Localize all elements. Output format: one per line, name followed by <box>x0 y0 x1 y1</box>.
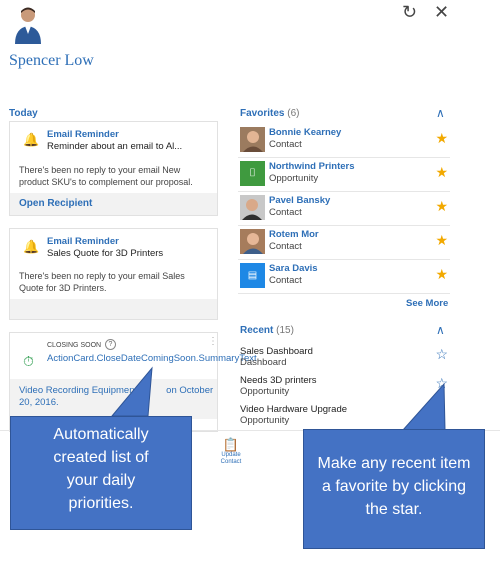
clipboard-icon: 📋 <box>222 437 240 452</box>
star-filled-icon[interactable]: ★ <box>435 232 448 249</box>
favorite-name: Bonnie Kearney <box>269 127 342 138</box>
recent-label: Recent (15) <box>240 325 294 336</box>
contact-photo-icon <box>240 229 265 254</box>
user-name: Spencer Low <box>9 52 94 69</box>
email-reminder-card-1[interactable]: 🔔 Email Reminder Reminder about an email… <box>9 121 218 216</box>
contact-card-icon: ▤ <box>240 263 265 288</box>
update-contact-button[interactable]: 📋 Update Contact <box>218 438 244 466</box>
timer-icon: ⏱ <box>23 353 34 369</box>
recent-type: Opportunity <box>240 386 290 397</box>
star-filled-icon[interactable]: ★ <box>435 164 448 181</box>
left-callout: Automatically created list of your daily… <box>10 416 192 530</box>
recent-item[interactable]: Needs 3D printers Opportunity ☆ <box>240 375 450 403</box>
favorite-item[interactable]: Rotem Mor Contact ★ <box>238 226 450 260</box>
star-filled-icon[interactable]: ★ <box>435 266 448 283</box>
left-callout-text: Automatically created list of your daily… <box>53 426 149 512</box>
right-callout: Make any recent item a favorite by click… <box>303 429 485 549</box>
email-reminder-card-2[interactable]: 🔔 Email Reminder Sales Quote for 3D Prin… <box>9 228 218 320</box>
collapse-favorites-icon[interactable]: ∧ <box>436 106 445 120</box>
card-body: There's been no reply to your email Sale… <box>19 271 185 293</box>
closing-soon-tag: CLOSING SOON <box>47 342 102 349</box>
favorite-type: Contact <box>269 139 302 150</box>
recent-name: Sales Dashboard <box>240 346 313 357</box>
contact-photo-icon <box>240 195 265 220</box>
see-more-link[interactable]: See More <box>406 298 448 309</box>
recent-type: Dashboard <box>240 357 287 368</box>
refresh-icon[interactable]: ↻ <box>402 2 417 23</box>
more-options-icon[interactable]: ⋮ <box>208 336 218 347</box>
contact-photo-icon <box>240 127 265 152</box>
star-filled-icon[interactable]: ★ <box>435 198 448 215</box>
favorite-type: Contact <box>269 241 302 252</box>
card-footer <box>10 299 217 319</box>
star-filled-icon[interactable]: ★ <box>435 130 448 147</box>
favorite-type: Contact <box>269 275 302 286</box>
bell-icon: 🔔 <box>23 132 40 147</box>
recent-count: (15) <box>276 325 294 336</box>
open-recipient-button[interactable]: Open Recipient <box>10 193 217 215</box>
favorite-name: Pavel Bansky <box>269 195 331 206</box>
favorite-item[interactable]: Bonnie Kearney Contact ★ <box>238 124 450 158</box>
card-subtitle: Reminder about an email to Al... <box>47 141 183 152</box>
collapse-recent-icon[interactable]: ∧ <box>436 323 445 337</box>
favorite-name: Sara Davis <box>269 263 318 274</box>
contact-label: Contact <box>220 459 242 465</box>
card-title: Email Reminder <box>47 236 119 247</box>
card-subtitle: Sales Quote for 3D Printers <box>47 248 164 259</box>
recent-name: Needs 3D printers <box>240 375 317 386</box>
recent-type: Opportunity <box>240 415 290 426</box>
card-body: There's been no reply to your email New … <box>19 165 193 187</box>
favorites-title: Favorites <box>240 108 285 119</box>
help-icon[interactable]: ? <box>105 339 116 350</box>
favorites-label: Favorites (6) <box>240 108 299 119</box>
card-title: Email Reminder <box>47 129 119 140</box>
favorites-count: (6) <box>287 108 300 119</box>
favorite-type: Opportunity <box>269 173 319 184</box>
closing-summary: ActionCard.CloseDateComingSoon.SummaryTe… <box>47 353 257 364</box>
star-outline-icon[interactable]: ☆ <box>435 346 448 363</box>
recent-name: Video Hardware Upgrade <box>240 404 348 415</box>
favorite-name: Rotem Mor <box>269 229 319 240</box>
favorite-type: Contact <box>269 207 302 218</box>
user-avatar <box>15 7 41 44</box>
update-label: Update <box>221 452 241 458</box>
favorite-item[interactable]: Pavel Bansky Contact ★ <box>238 192 450 226</box>
today-label: Today <box>9 108 38 119</box>
favorite-item[interactable]: ⌷ Northwind Printers Opportunity ★ <box>238 158 450 192</box>
close-icon[interactable]: ✕ <box>434 2 449 23</box>
opportunity-icon: ⌷ <box>240 161 265 186</box>
right-callout-text: Make any recent item a favorite by click… <box>317 455 471 518</box>
recent-item[interactable]: Sales Dashboard Dashboard ☆ <box>240 346 450 374</box>
star-outline-icon[interactable]: ☆ <box>435 375 448 392</box>
favorite-item[interactable]: ▤ Sara Davis Contact ★ <box>238 260 450 294</box>
recent-title: Recent <box>240 325 274 336</box>
recent-item[interactable]: Video Hardware Upgrade Opportunity <box>240 404 450 432</box>
closing-body[interactable]: Video Recording Equipmen on October 20, … <box>19 385 215 409</box>
favorite-name: Northwind Printers <box>269 161 355 172</box>
bell-icon: 🔔 <box>23 239 40 254</box>
